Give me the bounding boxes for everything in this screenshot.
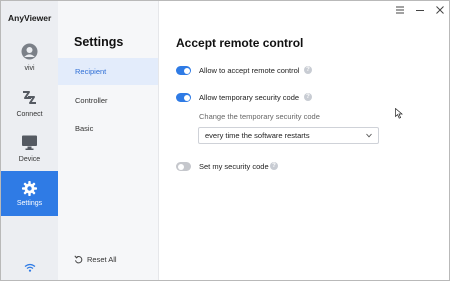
minimize-icon[interactable] xyxy=(415,5,425,15)
rail-item-connect[interactable]: Connect xyxy=(1,89,58,131)
close-icon[interactable] xyxy=(435,5,445,15)
rail-item-label: Connect xyxy=(16,111,43,118)
temporary-security-code-toggle[interactable] xyxy=(176,93,191,102)
nav-item-controller[interactable]: Controller xyxy=(58,87,158,114)
icon-rail: AnyViewer vivi Connect Device Settings xyxy=(1,1,58,280)
monitor-icon xyxy=(22,135,37,150)
mouse-cursor-icon xyxy=(395,108,403,119)
menu-icon[interactable] xyxy=(395,5,405,15)
option-label: Allow to accept remote control xyxy=(199,66,300,75)
connect-icon xyxy=(23,91,36,104)
nav-title: Settings xyxy=(74,35,124,49)
page-title: Accept remote control xyxy=(176,36,304,50)
change-code-label: Change the temporary security code xyxy=(199,112,320,121)
app-window: AnyViewer vivi Connect Device Settings S… xyxy=(0,0,450,281)
accept-remote-control-toggle[interactable] xyxy=(176,66,191,75)
help-icon[interactable]: ? xyxy=(270,162,278,170)
change-code-select[interactable]: every time the software restarts xyxy=(198,127,379,144)
reset-icon xyxy=(74,255,83,264)
select-value: every time the software restarts xyxy=(205,131,310,140)
rail-item-settings[interactable]: Settings xyxy=(1,171,58,216)
option-label: Set my security code xyxy=(199,162,269,171)
rail-item-label: Device xyxy=(18,156,41,163)
user-avatar-icon xyxy=(21,43,38,60)
set-security-code-toggle[interactable] xyxy=(176,162,191,171)
rail-item-label: vivi xyxy=(24,65,35,72)
settings-nav: Settings Recipient Controller Basic Rese… xyxy=(58,1,159,280)
reset-all-label: Reset All xyxy=(87,255,117,264)
rail-item-profile[interactable]: vivi xyxy=(1,43,58,85)
option-label: Allow temporary security code xyxy=(199,93,300,102)
rail-item-label: Settings xyxy=(16,200,43,207)
chevron-down-icon xyxy=(366,133,372,138)
rail-item-device[interactable]: Device xyxy=(1,134,58,176)
help-icon[interactable]: ? xyxy=(304,66,312,74)
wifi-icon xyxy=(24,263,36,272)
nav-item-basic[interactable]: Basic xyxy=(58,115,158,142)
gear-icon xyxy=(22,181,37,196)
help-icon[interactable]: ? xyxy=(304,93,312,101)
nav-item-recipient[interactable]: Recipient xyxy=(58,58,158,85)
app-title: AnyViewer xyxy=(8,13,52,23)
